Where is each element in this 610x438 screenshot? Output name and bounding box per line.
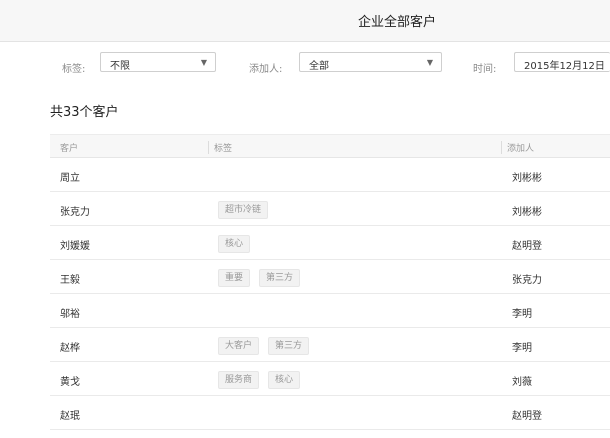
customer-name[interactable]: 周立 [60,169,80,184]
tag-list: 服务商 核心 [218,371,309,390]
customer-count: 共33个客户 [50,105,119,120]
table-row[interactable]: 邬裕 李明 [50,294,610,328]
tag-list: 超市冷链 [218,201,277,220]
table-row[interactable]: 刘媛媛 核心 赵明登 [50,226,610,260]
time-filter-input[interactable]: 2015年12月12日 [514,52,610,72]
tag-badge: 服务商 [218,371,260,389]
tag-list: 核心 [218,235,259,254]
tag-list: 重要 第三方 [218,269,309,288]
adder-name: 张克力 [512,275,542,286]
chevron-down-icon: ▼ [200,58,207,67]
column-header-tags: 标签 [208,141,232,154]
tag-badge: 第三方 [268,337,310,355]
table-body: 周立 刘彬彬 张克力 超市冷链 刘彬彬 刘媛媛 核心 赵明登 王毅 重要 第三方 张克力 邬裕 李明 赵桦大… [50,158,610,430]
customer-name[interactable]: 赵桦 [60,339,80,354]
customer-table: 客户 标签 添加人 周立 刘彬彬 张克力 超市冷链 刘彬彬 刘媛媛 核心 赵明登 王毅 重要 第三方… [50,134,610,430]
tag-badge: 核心 [218,235,251,253]
tag-filter-select[interactable]: 不限 ▼ [100,52,216,72]
title-bar: 企业全部客户 [0,0,610,42]
time-filter-label: 时间: [473,64,497,75]
tag-filter-label: 标签: [62,64,86,75]
customer-name[interactable]: 邬裕 [60,305,80,320]
table-row[interactable]: 王毅 重要 第三方 张克力 [50,260,610,294]
filter-bar: 标签: 不限 ▼ 添加人: 全部 ▼ 时间: 2015年12月12日 [0,41,610,86]
customer-name[interactable]: 刘媛媛 [60,237,90,252]
tag-badge: 第三方 [259,269,301,287]
table-row[interactable]: 周立 刘彬彬 [50,158,610,192]
time-filter-value: 2015年12月12日 [524,61,605,72]
table-row[interactable]: 黄戈 服务商 核心 刘薇 [50,362,610,396]
adder-filter-select[interactable]: 全部 ▼ [299,52,442,72]
adder-filter-value: 全部 [309,61,329,72]
adder-name: 刘彬彬 [512,173,542,184]
column-header-customer: 客户 [60,144,79,154]
adder-name: 刘彬彬 [512,207,542,218]
table-header: 客户 标签 添加人 [50,134,610,158]
customer-name[interactable]: 王毅 [60,271,80,286]
adder-name: 赵明登 [512,241,542,252]
adder-name: 李明 [512,309,532,320]
tag-badge: 大客户 [218,337,260,355]
page-title: 企业全部客户 [357,15,436,30]
column-header-adder: 添加人 [501,141,534,154]
adder-name: 赵明登 [512,411,542,422]
adder-filter-label: 添加人: [249,64,283,75]
adder-name: 刘薇 [512,377,532,388]
customer-name[interactable]: 黄戈 [60,373,80,388]
tag-badge: 重要 [218,269,251,287]
tag-badge: 超市冷链 [218,201,269,219]
adder-name: 李明 [512,343,532,354]
tag-filter-value: 不限 [110,61,130,72]
chevron-down-icon: ▼ [426,58,433,67]
table-row[interactable]: 张克力 超市冷链 刘彬彬 [50,192,610,226]
customer-name[interactable]: 赵珉 [60,407,80,422]
customer-name[interactable]: 张克力 [60,203,90,218]
table-row[interactable]: 赵桦 大客户 第三方 李明 [50,328,610,362]
tag-badge: 核心 [268,371,301,389]
tag-list: 大客户 第三方 [218,337,318,356]
table-row[interactable]: 赵珉 赵明登 [50,396,610,430]
